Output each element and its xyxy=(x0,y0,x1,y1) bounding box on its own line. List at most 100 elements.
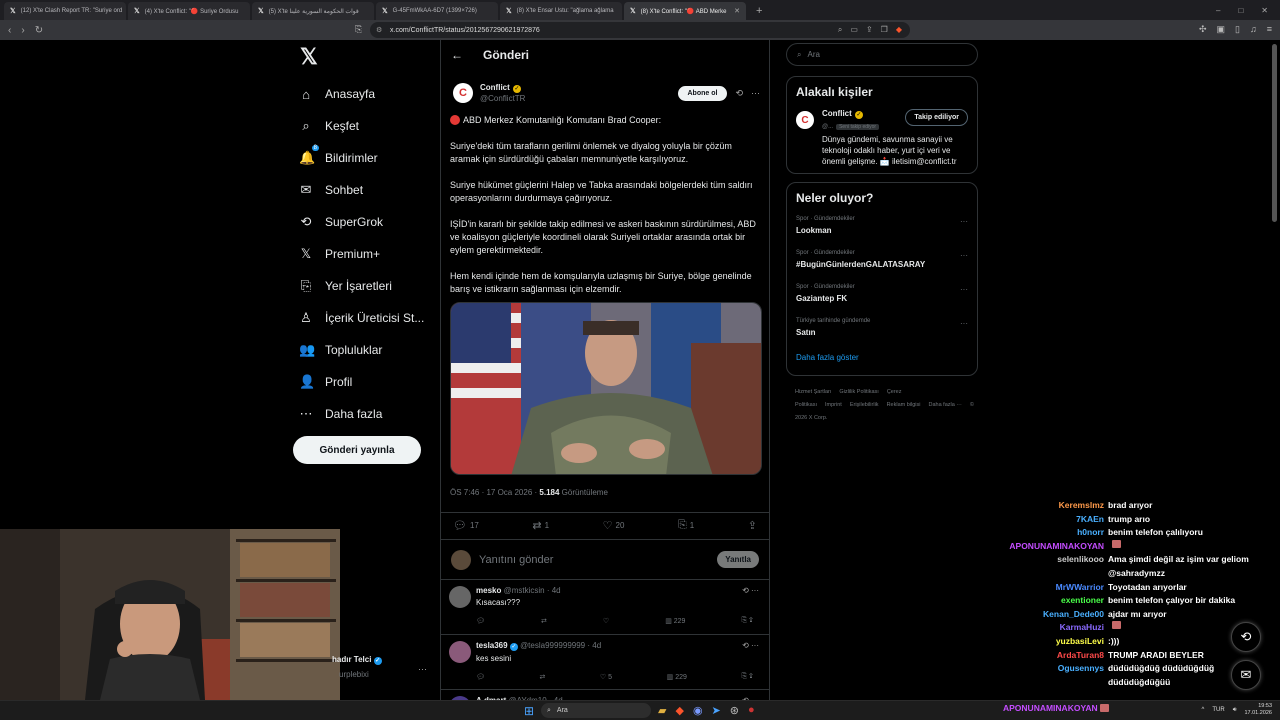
nav-item-chat[interactable]: ✉ Sohbet xyxy=(293,174,433,206)
share-icon[interactable]: ⇪ xyxy=(749,617,753,624)
nav-item-home[interactable]: ⌂ Anasayfa xyxy=(293,78,433,110)
person-name[interactable]: Conflict xyxy=(822,109,852,118)
telegram-icon[interactable]: ➤ xyxy=(712,704,721,717)
tray-expand-icon[interactable]: ^ xyxy=(1202,707,1205,713)
forward-icon[interactable]: › xyxy=(21,25,24,36)
trend-item[interactable]: Spor · Gündemdekiler Gaziantep FK ··· xyxy=(787,281,977,315)
language-indicator[interactable]: TUR xyxy=(1212,707,1224,713)
avatar[interactable] xyxy=(449,586,471,608)
reply-item[interactable]: A.dmart @AYdm10 · 4d💬︎⇄♡ ▥ ⎘ ⇪⟲ ··· xyxy=(441,690,769,700)
back-arrow-icon[interactable]: ← xyxy=(451,48,463,62)
bookmark-icon[interactable]: ⎘ xyxy=(355,24,362,35)
trend-item[interactable]: Spor · Gündemdekiler Lookman ··· xyxy=(787,213,977,247)
following-button[interactable]: Takip ediliyor xyxy=(905,109,968,126)
discord-icon[interactable]: ◉ xyxy=(693,704,703,717)
reply-author[interactable]: mesko xyxy=(476,586,501,595)
reply-author[interactable]: tesla369 xyxy=(476,641,508,650)
chat-username[interactable]: 7KAEn xyxy=(990,513,1104,527)
avatar[interactable] xyxy=(449,641,471,663)
scrollbar[interactable] xyxy=(1272,44,1277,222)
chat-username[interactable]: h0norr xyxy=(990,526,1104,540)
browser-tab[interactable]: 𝕏 (5) X'te قوات الحكومة السورية علينا xyxy=(252,2,374,20)
nav-item-more[interactable]: ⋯ Daha fazla xyxy=(293,398,433,430)
grok-fab-icon[interactable]: ⟲ xyxy=(1231,622,1261,652)
search-input[interactable]: ⌕ Ara xyxy=(786,43,978,66)
site-info-icon[interactable]: ⚙ xyxy=(376,26,382,34)
more-options-icon[interactable]: ⟲ ··· xyxy=(742,586,759,595)
reload-icon[interactable]: ↻ xyxy=(35,25,43,36)
chat-username[interactable]: Kenan_Dede00 xyxy=(990,608,1104,622)
share-icon[interactable]: ⇪ xyxy=(866,25,873,35)
chat-username[interactable]: Keremslmz xyxy=(990,499,1104,513)
reply-icon[interactable]: 💬︎ xyxy=(476,617,485,625)
extensions-icon[interactable]: ✣ xyxy=(1199,24,1207,35)
browser-tab[interactable]: 𝕏 (12) X'te Clash Report TR: "Suriye ord xyxy=(4,2,126,20)
more-options-icon[interactable]: ⟲ ··· xyxy=(742,641,759,650)
views-action[interactable]: ▥ 229 xyxy=(667,673,687,681)
avatar[interactable]: C xyxy=(796,111,814,129)
footer-link[interactable]: Hizmet Şartları xyxy=(795,389,831,395)
reply-item[interactable]: mesko @mstkicsin · 4d Kısacası??? 💬︎ ⇄ ♡ ▥ 2… xyxy=(441,580,769,635)
more-options-icon[interactable]: ··· xyxy=(960,251,968,260)
minimize-button[interactable]: – xyxy=(1216,6,1220,15)
more-options-icon[interactable]: ··· xyxy=(418,664,427,674)
like-action[interactable]: ♡ 20 xyxy=(603,519,625,532)
zoom-icon[interactable]: ⌕ xyxy=(838,25,842,35)
like-action[interactable]: ♡ xyxy=(603,617,609,625)
footer-link[interactable]: Daha fazla ··· xyxy=(929,402,962,408)
repost-action[interactable]: ⇄ 1 xyxy=(532,519,549,532)
footer-link[interactable]: Gizlilik Politikası xyxy=(839,389,878,395)
media-icon[interactable]: ♫ xyxy=(1250,24,1257,35)
reply-item[interactable]: tesla369 ✓ @tesla999999999 · 4d kes sesin… xyxy=(441,635,769,690)
wallet-icon[interactable]: ▣ xyxy=(1217,24,1226,35)
person-row[interactable]: C Conflict ✓ @... Seni takip ediyor Dünya… xyxy=(787,107,977,167)
more-options-icon[interactable]: ··· xyxy=(960,217,968,226)
brave-browser-icon[interactable]: ◆ xyxy=(675,704,683,717)
trend-item[interactable]: Türkiye tarihinde gündemde Satın ··· xyxy=(787,315,977,349)
nav-item-supergrok[interactable]: ⟲ SuperGrok xyxy=(293,206,433,238)
share-action[interactable]: ⇪ xyxy=(748,519,757,532)
cast-icon[interactable]: ▭ xyxy=(850,25,858,35)
repost-icon[interactable]: ⇄ xyxy=(539,673,545,681)
nav-item-profile[interactable]: 👤 Profil xyxy=(293,366,433,398)
chat-username[interactable] xyxy=(990,676,1104,690)
maximize-button[interactable]: □ xyxy=(1238,6,1243,15)
more-options-icon[interactable]: ··· xyxy=(960,319,968,328)
x-logo-icon[interactable]: 𝕏 xyxy=(300,44,433,69)
nav-item-explore[interactable]: ⌕ Keşfet xyxy=(293,110,433,142)
volume-icon[interactable]: 🔊︎ xyxy=(1233,707,1237,714)
obs-icon[interactable]: ● xyxy=(748,704,755,717)
nav-item-premium[interactable]: 𝕏 Premium+ xyxy=(293,238,433,270)
trend-item[interactable]: Spor · Gündemdekiler #BugünGünlerdenGALAT… xyxy=(787,247,977,281)
footer-link[interactable]: Reklam bilgisi xyxy=(887,402,921,408)
close-tab-icon[interactable]: ✕ xyxy=(734,7,740,15)
avatar[interactable] xyxy=(451,549,471,570)
footer-link[interactable]: Imprint xyxy=(825,402,842,408)
reply-action[interactable]: 💬︎ 17 xyxy=(453,519,479,532)
avatar[interactable]: C xyxy=(453,83,473,103)
more-options-icon[interactable]: ··· xyxy=(751,88,760,98)
grok-icon[interactable]: ⟲ xyxy=(735,88,743,99)
menu-icon[interactable]: ≡ xyxy=(1267,24,1272,35)
bookmark-action[interactable]: ⎘ 1 xyxy=(678,519,694,532)
new-tab-button[interactable]: + xyxy=(748,5,770,20)
footer-link[interactable]: Erişilebilirlik xyxy=(850,402,879,408)
tweet-timestamp[interactable]: ÖS 7:46 · 17 Oca 2026 · xyxy=(450,488,539,497)
back-icon[interactable]: ‹ xyxy=(8,25,11,36)
chat-username[interactable]: ArdaTuran8 xyxy=(990,649,1104,663)
browser-tab[interactable]: 𝕏 (4) X'te Conflict: "🔴 Suriye Ordusu xyxy=(128,2,250,20)
url-field[interactable]: ⚙ x.com/ConflictTR/status/20125672906219… xyxy=(370,22,910,38)
reply-input[interactable]: Yanıtını gönder xyxy=(479,554,553,566)
windows-start-icon[interactable]: ⊞ xyxy=(524,704,534,718)
chat-username[interactable]: exentioner xyxy=(990,594,1104,608)
chat-username[interactable]: yuzbasiLevi xyxy=(990,635,1104,649)
browser-tab[interactable]: 𝕏 (8) X'te Ensar Ustu: "ağlama ağlama xyxy=(500,2,622,20)
author-handle[interactable]: @ConflictTR xyxy=(480,93,525,104)
steam-icon[interactable]: ⊛ xyxy=(730,704,739,717)
nav-item-communities[interactable]: 👥 Topluluklar xyxy=(293,334,433,366)
reply-icon[interactable]: 💬︎ xyxy=(476,673,485,681)
chat-username[interactable]: APONUNAMINAKOYAN xyxy=(990,540,1104,554)
taskbar-search[interactable]: ⌕ Ara xyxy=(541,703,651,718)
copy-icon[interactable]: ❐ xyxy=(881,25,888,35)
share-icon[interactable]: ⇪ xyxy=(749,673,753,680)
